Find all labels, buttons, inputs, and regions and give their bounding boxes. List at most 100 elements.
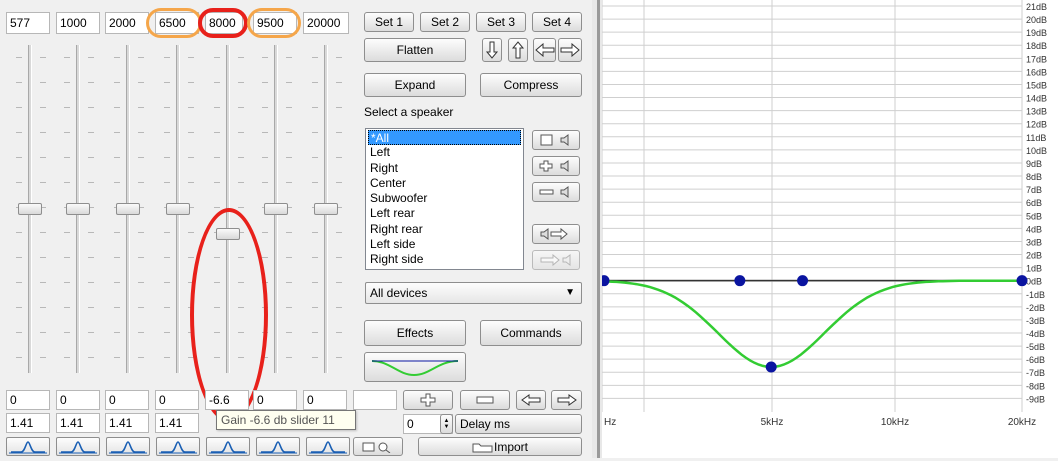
slider-tick <box>138 132 144 133</box>
gain-field[interactable]: 0 <box>303 390 347 410</box>
filter-shape-button[interactable] <box>106 437 150 456</box>
gain-field[interactable]: 0 <box>6 390 50 410</box>
device-select[interactable]: All devices ▼ <box>365 282 582 304</box>
db-tick-label: 2dB <box>1026 251 1042 261</box>
gain-field[interactable]: 0 <box>155 390 199 410</box>
gain-field[interactable]: 0 <box>253 390 297 410</box>
speaker-solo-button[interactable] <box>532 130 580 150</box>
speaker-swap-button[interactable] <box>532 224 580 244</box>
peak-filter-icon <box>309 441 347 454</box>
slider-thumb[interactable] <box>216 228 240 241</box>
slider-tick <box>286 82 292 83</box>
delay-spinner[interactable]: ▲ ▼ <box>440 414 453 434</box>
slider-thumb[interactable] <box>314 203 338 215</box>
db-tick-label: 17dB <box>1026 54 1047 64</box>
remove-band-button[interactable] <box>460 390 510 410</box>
slider-tick <box>214 157 220 158</box>
frequency-field[interactable]: 2000 <box>105 12 149 34</box>
q-field[interactable]: 1.41 <box>155 413 199 433</box>
filter-shape-button[interactable] <box>206 437 250 456</box>
slider-tick <box>138 232 144 233</box>
slider-tooltip: Gain -6.6 db slider 11 <box>216 410 356 430</box>
slider-track[interactable] <box>226 45 230 373</box>
slider-tick <box>238 182 244 183</box>
frequency-field[interactable]: 9500 <box>253 12 297 34</box>
gain-field[interactable]: 0 <box>56 390 100 410</box>
list-item[interactable]: Subwoofer <box>368 191 521 206</box>
list-item[interactable]: *All <box>368 130 521 146</box>
curve-preview-button[interactable] <box>364 352 466 382</box>
slider-tick <box>312 307 318 308</box>
slider-tick <box>262 257 268 258</box>
shift-right-button[interactable] <box>558 38 582 62</box>
slider-thumb[interactable] <box>264 203 288 215</box>
speaker-list[interactable]: *All Left Right Center Subwoofer Left re… <box>365 128 524 270</box>
slider-tick <box>40 232 46 233</box>
eq-node[interactable] <box>598 275 610 287</box>
frequency-field[interactable]: 8000 <box>205 12 243 34</box>
list-item[interactable]: Left rear <box>368 206 521 221</box>
q-field[interactable]: 1.41 <box>6 413 50 433</box>
gain-field[interactable]: 0 <box>105 390 149 410</box>
commands-button[interactable]: Commands <box>480 320 582 346</box>
import-button[interactable]: Import <box>418 437 582 456</box>
slider-tick <box>64 257 70 258</box>
slider-thumb[interactable] <box>166 203 190 215</box>
move-right-button[interactable] <box>551 390 582 410</box>
shift-down-button[interactable] <box>482 38 502 62</box>
eq-node[interactable] <box>1016 275 1028 287</box>
slider-tick <box>312 132 318 133</box>
shift-up-button[interactable] <box>508 38 528 62</box>
expand-button[interactable]: Expand <box>364 73 466 97</box>
set-3-button[interactable]: Set 3 <box>476 12 526 32</box>
slider-thumb[interactable] <box>18 203 42 215</box>
effects-button[interactable]: Effects <box>364 320 466 346</box>
frequency-field[interactable]: 20000 <box>303 12 349 34</box>
add-band-button[interactable] <box>403 390 453 410</box>
shift-left-button[interactable] <box>533 38 556 62</box>
speaker-add-button[interactable] <box>532 156 580 176</box>
list-item[interactable]: Left <box>368 145 521 160</box>
filter-shape-button[interactable] <box>156 437 200 456</box>
list-item[interactable]: Left side <box>368 237 521 252</box>
speaker-copy-button[interactable] <box>532 250 580 270</box>
filter-shape-button[interactable] <box>56 437 100 456</box>
slider-thumb[interactable] <box>66 203 90 215</box>
filter-shape-button[interactable] <box>256 437 300 456</box>
filter-shape-button[interactable] <box>6 437 50 456</box>
filter-shape-button[interactable] <box>306 437 350 456</box>
list-item[interactable]: Right rear <box>368 222 521 237</box>
flatten-button[interactable]: Flatten <box>364 38 466 62</box>
set-1-button[interactable]: Set 1 <box>364 12 414 32</box>
db-tick-label: -3dB <box>1026 316 1045 326</box>
move-left-button[interactable] <box>516 390 546 410</box>
list-item[interactable]: Center <box>368 176 521 191</box>
equalizer-panel: 577 1000 2000 6500 8000 9500 20000 0 0 0… <box>0 0 600 458</box>
q-field[interactable]: 1.41 <box>56 413 100 433</box>
speaker-remove-button[interactable] <box>532 182 580 202</box>
frequency-field[interactable]: 577 <box>6 12 50 34</box>
slider-tick <box>188 257 194 258</box>
eq-node[interactable] <box>734 275 746 287</box>
slider-tick <box>40 157 46 158</box>
q-field[interactable]: 1.41 <box>105 413 149 433</box>
slider-tick <box>238 207 244 208</box>
slider-tick <box>214 332 220 333</box>
set-2-button[interactable]: Set 2 <box>420 12 470 32</box>
set-4-button[interactable]: Set 4 <box>532 12 582 32</box>
slider-tick <box>40 332 46 333</box>
list-item[interactable]: Right side <box>368 252 521 267</box>
slider-thumb[interactable] <box>116 203 140 215</box>
eq-node[interactable] <box>797 275 809 287</box>
slider-tick <box>262 282 268 283</box>
gain-field[interactable] <box>353 390 397 410</box>
speaker-config-button[interactable] <box>353 437 403 456</box>
list-item[interactable]: Right <box>368 161 521 176</box>
select-speaker-label: Select a speaker <box>364 105 454 119</box>
compress-button[interactable]: Compress <box>480 73 582 97</box>
frequency-field[interactable]: 1000 <box>56 12 100 34</box>
frequency-field[interactable]: 6500 <box>155 12 199 34</box>
db-tick-label: 18dB <box>1026 41 1047 51</box>
eq-node[interactable] <box>765 361 777 373</box>
gain-field[interactable]: -6.6 <box>205 390 249 410</box>
